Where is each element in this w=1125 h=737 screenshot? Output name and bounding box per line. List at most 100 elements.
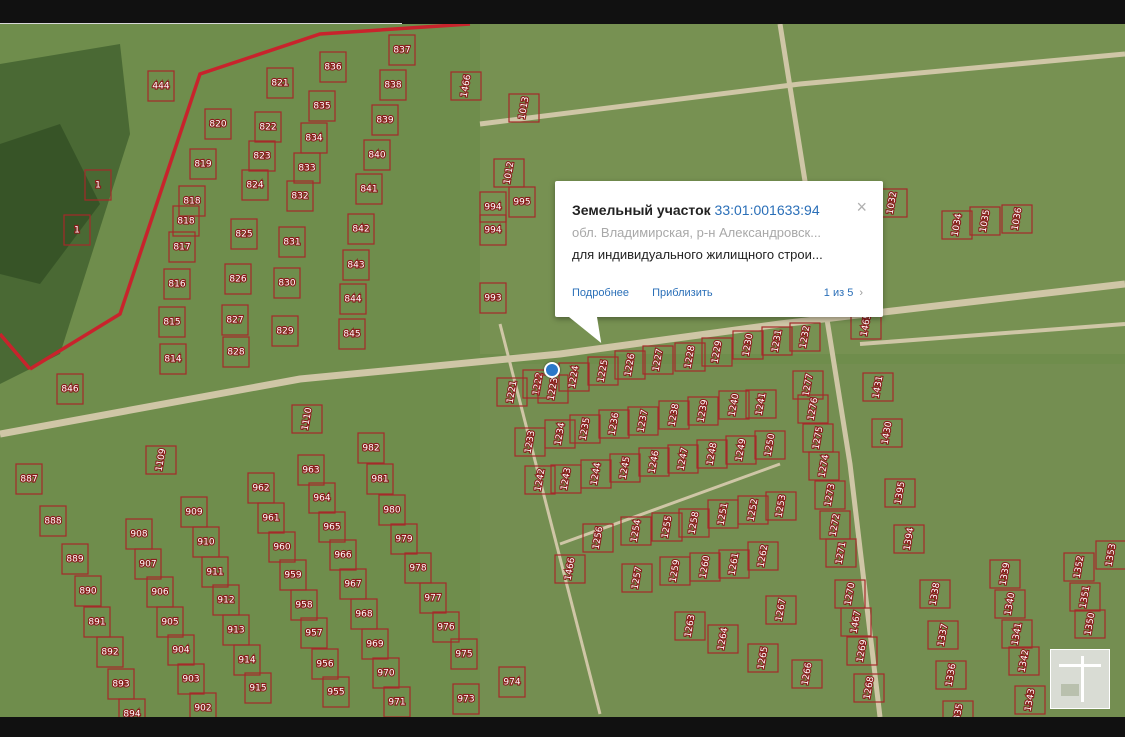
plot-label: 822 <box>259 123 276 133</box>
plot-label: 915 <box>249 684 266 694</box>
plot-label: 994 <box>484 226 501 236</box>
plot-label: 978 <box>409 564 426 574</box>
zoom-in-link[interactable]: Приблизить <box>652 287 713 299</box>
plot-label: 960 <box>273 543 290 553</box>
plot-label: 819 <box>194 160 211 170</box>
plot-address: обл. Владимирская, р-н Александровск... <box>572 225 822 240</box>
plot-label: 911 <box>206 568 223 578</box>
plot-label: 962 <box>252 484 269 494</box>
pager-count: 1 из 5 <box>823 287 854 299</box>
plot-label: 969 <box>366 640 383 650</box>
minimap-road <box>1081 656 1084 702</box>
plot-label: 975 <box>455 650 472 660</box>
plot-label: 828 <box>227 348 244 358</box>
chevron-right-icon[interactable]: › <box>859 287 863 299</box>
plot-label: 845 <box>343 330 360 340</box>
plot-label: 908 <box>130 530 147 540</box>
plot-label: 891 <box>88 618 105 628</box>
plot-label: 913 <box>227 626 244 636</box>
plot-label: 974 <box>503 678 520 688</box>
location-pin[interactable] <box>544 362 560 378</box>
plot-label: 977 <box>424 594 441 604</box>
plot-label: 959 <box>284 571 301 581</box>
plot-label: 961 <box>262 514 279 524</box>
plot-label: 906 <box>151 588 168 598</box>
plot-label: 903 <box>182 675 199 685</box>
top-bar <box>0 0 1125 25</box>
plot-label: 963 <box>302 466 319 476</box>
plot-purpose: для индивидуального жилищного строи... <box>572 247 823 262</box>
plot-label: 955 <box>327 688 344 698</box>
plot-label: 956 <box>316 660 333 670</box>
plot-label: 832 <box>291 192 308 202</box>
plot-label: 887 <box>20 475 37 485</box>
popup-title-label: Земельный участок <box>572 202 711 218</box>
plot-label: 909 <box>185 508 202 518</box>
plot-label: 893 <box>112 680 129 690</box>
minimap-thumbnail[interactable] <box>1050 649 1110 709</box>
plot-label: 968 <box>355 610 372 620</box>
plot-label: 981 <box>371 475 388 485</box>
plot-label: 894 <box>123 710 140 718</box>
plot-label: 829 <box>276 327 293 337</box>
plot-label: 839 <box>376 116 393 126</box>
plot-label: 1 <box>95 181 101 191</box>
popup-actions: Подробнее Приблизить <box>572 287 733 299</box>
plot-label: 818 <box>177 217 194 227</box>
plot-label: 902 <box>194 704 211 714</box>
plot-label: 912 <box>217 596 234 606</box>
plot-label: 826 <box>229 275 246 285</box>
plot-label: 982 <box>362 444 379 454</box>
cadastral-map[interactable]: 8371466146644483683882183583982082283482… <box>0 24 1125 717</box>
plot-label: 889 <box>66 555 83 565</box>
plot-label: 835 <box>313 102 330 112</box>
plot-label: 821 <box>271 79 288 89</box>
plot-label: 824 <box>246 181 263 191</box>
plot-label: 844 <box>344 295 361 305</box>
map-canvas: 8371466146644483683882183583982082283482… <box>0 24 1125 717</box>
plot-label: 838 <box>384 81 401 91</box>
plot-info-popup: Земельный участок 33:01:001633:94 × обл.… <box>555 181 883 343</box>
plot-label: 966 <box>334 551 351 561</box>
plot-label: 957 <box>305 629 322 639</box>
plot-label: 817 <box>173 243 190 253</box>
plot-label: 834 <box>305 134 322 144</box>
plot-label: 907 <box>139 560 156 570</box>
plot-label: 814 <box>164 355 181 365</box>
plot-label: 904 <box>172 646 189 656</box>
plot-label: 837 <box>393 46 410 56</box>
plot-label: 973 <box>457 695 474 705</box>
plot-label: 830 <box>278 279 295 289</box>
plot-label: 842 <box>352 225 369 235</box>
plot-label: 823 <box>253 152 270 162</box>
bottom-bar <box>0 717 1125 737</box>
plot-label: 836 <box>324 63 341 73</box>
plot-label: 816 <box>168 280 185 290</box>
plot-label: 905 <box>161 618 178 628</box>
plot-label: 965 <box>323 523 340 533</box>
plot-label: 827 <box>226 316 243 326</box>
plot-label: 910 <box>197 538 214 548</box>
plot-label: 892 <box>101 648 118 658</box>
plot-label: 444 <box>152 82 169 92</box>
result-pager[interactable]: 1 из 5 › <box>824 287 863 299</box>
plot-label: 970 <box>377 669 394 679</box>
plot-label: 831 <box>283 238 300 248</box>
plot-label: 967 <box>344 580 361 590</box>
minimap-road <box>1059 664 1101 667</box>
cadastral-number-link[interactable]: 33:01:001633:94 <box>715 202 820 218</box>
plot-label: 818 <box>183 197 200 207</box>
plot-label: 888 <box>44 517 61 527</box>
plot-label: 843 <box>347 261 364 271</box>
plot-label: 993 <box>484 294 501 304</box>
plot-label: 820 <box>209 120 226 130</box>
plot-label: 840 <box>368 151 385 161</box>
plot-label: 995 <box>513 198 530 208</box>
plot-label: 890 <box>79 587 96 597</box>
plot-label: 914 <box>238 656 255 666</box>
close-icon[interactable]: × <box>856 197 867 218</box>
details-link[interactable]: Подробнее <box>572 287 629 299</box>
plot-label: 976 <box>437 623 454 633</box>
popup-title: Земельный участок 33:01:001633:94 <box>572 202 820 218</box>
plot-label: 971 <box>388 698 405 708</box>
